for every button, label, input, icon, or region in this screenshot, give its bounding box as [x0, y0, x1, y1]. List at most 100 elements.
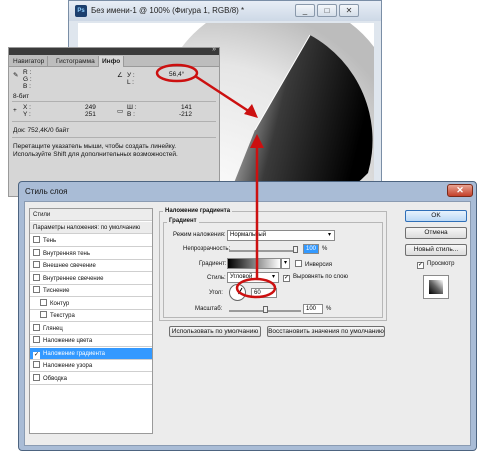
gradient-label: Градиент:	[199, 261, 227, 267]
scale-label: Масштаб:	[195, 306, 223, 312]
close-button[interactable]: ✕	[339, 4, 359, 17]
style-item[interactable]: Тиснение	[30, 285, 152, 297]
style-item-checkbox[interactable]	[33, 361, 40, 368]
style-item-checkbox[interactable]	[40, 311, 47, 318]
layer-style-dialog: Стиль слоя ✕ Стили Параметры наложения: …	[18, 181, 477, 451]
style-item-checkbox[interactable]	[40, 298, 47, 306]
blending-options-item[interactable]: Параметры наложения: по умолчанию	[30, 222, 152, 234]
style-item-checkbox[interactable]: ✓	[33, 351, 40, 359]
styles-list: Стили Параметры наложения: по умолчанию …	[29, 208, 153, 434]
blend-mode-select[interactable]: Нормальный ▾	[227, 230, 335, 241]
hint-line-2: Используйте Shift для дополнительных воз…	[13, 151, 178, 158]
angle-value: 56,4°	[169, 71, 185, 78]
style-item[interactable]: ✓ Наложение градиента	[30, 347, 152, 360]
blend-mode-value: Нормальный	[230, 232, 267, 238]
panel-tabs: Навигатор Гистограмма Инфо	[9, 55, 219, 67]
align-with-layer-checkbox[interactable]: ✓ Выровнять по слою	[283, 274, 348, 282]
info-body: ✎ R : G : B : 8-бит ∠ У : L : 56,4° + X …	[9, 67, 219, 196]
opacity-label: Непрозрачность:	[183, 246, 231, 252]
new-style-button[interactable]: Новый стиль...	[405, 244, 467, 256]
l-label: L :	[127, 79, 134, 86]
style-item-checkbox[interactable]	[33, 261, 40, 268]
crosshair-icon: +	[13, 107, 17, 114]
style-item[interactable]: Наложение узора	[30, 360, 152, 372]
opacity-input[interactable]: 100	[303, 244, 319, 254]
y2-label: Y :	[23, 111, 31, 118]
photoshop-icon: Ps	[75, 5, 87, 17]
y-label: У :	[127, 72, 135, 79]
y-value: 251	[85, 111, 96, 118]
blend-mode-label: Режим наложения:	[173, 232, 226, 238]
reset-to-default-button[interactable]: Восстановить значения по умолчанию	[267, 326, 385, 337]
angle-dial[interactable]	[229, 284, 246, 301]
panel-top-bar[interactable]: »	[9, 46, 219, 55]
style-item-checkbox[interactable]	[33, 323, 40, 331]
b-label: B :	[23, 83, 31, 90]
angle-label: Угол:	[209, 290, 223, 296]
style-item-checkbox[interactable]	[33, 273, 40, 281]
style-item[interactable]: Тень	[30, 235, 152, 247]
collapse-icon[interactable]: »	[212, 46, 216, 53]
document-title-bar[interactable]: Ps Без имени-1 @ 100% (Фигура 1, RGB/8) …	[69, 1, 381, 21]
style-preview	[423, 275, 449, 299]
style-item-label: Глянец	[43, 325, 63, 332]
style-item-label: Тиснение	[43, 288, 70, 294]
style-item[interactable]: Контур	[30, 298, 152, 310]
style-item-checkbox[interactable]	[33, 286, 40, 293]
maximize-button[interactable]: □	[317, 4, 337, 17]
style-item-label: Текстура	[50, 313, 75, 319]
opacity-slider-track[interactable]	[229, 250, 297, 252]
tab-info[interactable]: Инфо	[99, 56, 125, 67]
preview-swatch	[429, 280, 443, 294]
minimize-button[interactable]: _	[295, 4, 315, 17]
scale-input[interactable]: 100	[303, 304, 323, 314]
w-value: 141	[181, 104, 192, 111]
dialog-close-button[interactable]: ✕	[447, 184, 473, 197]
divider	[12, 101, 216, 102]
style-item[interactable]: Глянец	[30, 323, 152, 335]
style-item-checkbox[interactable]	[33, 236, 40, 243]
preview-label: Просмотр	[427, 261, 455, 267]
preview-checkbox[interactable]: ✓ Просмотр	[417, 261, 454, 269]
style-item-label: Наложение градиента	[43, 350, 105, 357]
reverse-checkbox[interactable]: Инверсия	[295, 260, 332, 268]
gradient-overlay-settings: Наложение градиента Градиент Режим налож…	[159, 208, 387, 340]
style-item-label: Контур	[50, 300, 70, 307]
make-default-button[interactable]: Использовать по умолчанию	[169, 326, 261, 337]
chevron-down-icon[interactable]: ▾	[281, 258, 290, 269]
divider	[12, 137, 216, 138]
style-item-checkbox[interactable]	[33, 336, 40, 343]
styles-header[interactable]: Стили	[30, 209, 152, 221]
ok-button[interactable]: OK	[405, 210, 467, 222]
style-item[interactable]: Внутренняя тень	[30, 248, 152, 260]
style-item[interactable]: Внутреннее свечение	[30, 273, 152, 285]
style-item-checkbox[interactable]	[33, 248, 40, 256]
scale-slider-thumb[interactable]	[263, 306, 268, 313]
gradient-picker[interactable]	[227, 258, 281, 269]
style-label: Стиль:	[207, 275, 226, 281]
style-item[interactable]: Обводка	[30, 373, 152, 385]
tab-navigator[interactable]: Навигатор	[10, 56, 49, 67]
align-label: Выровнять по слою	[293, 274, 348, 280]
style-item-checkbox[interactable]	[33, 373, 40, 381]
style-item-label: Обводка	[43, 375, 68, 382]
r-label: R :	[23, 69, 32, 76]
style-item[interactable]: Внешнее свечение	[30, 260, 152, 272]
x-label: X :	[23, 104, 31, 111]
style-item-label: Тень	[43, 238, 57, 244]
cancel-button[interactable]: Отмена	[405, 227, 467, 239]
style-item[interactable]: Текстура	[30, 310, 152, 322]
chevron-down-icon: ▾	[327, 232, 331, 238]
tab-histogram[interactable]: Гистограмма	[53, 56, 99, 67]
style-select[interactable]: Угловой ▾	[227, 272, 279, 283]
style-value: Угловой	[230, 274, 253, 280]
opacity-percent: %	[322, 246, 328, 252]
angle-input[interactable]: 60	[251, 288, 277, 298]
style-item-label: Наложение цвета	[43, 338, 93, 344]
style-item[interactable]: Наложение цвета	[30, 335, 152, 347]
angle-dial-needle	[238, 287, 243, 295]
section-title: Наложение градиента	[163, 208, 233, 214]
bit-depth: 8-бит	[13, 93, 30, 100]
h-label: В :	[127, 111, 135, 118]
opacity-slider-thumb[interactable]	[293, 246, 298, 253]
